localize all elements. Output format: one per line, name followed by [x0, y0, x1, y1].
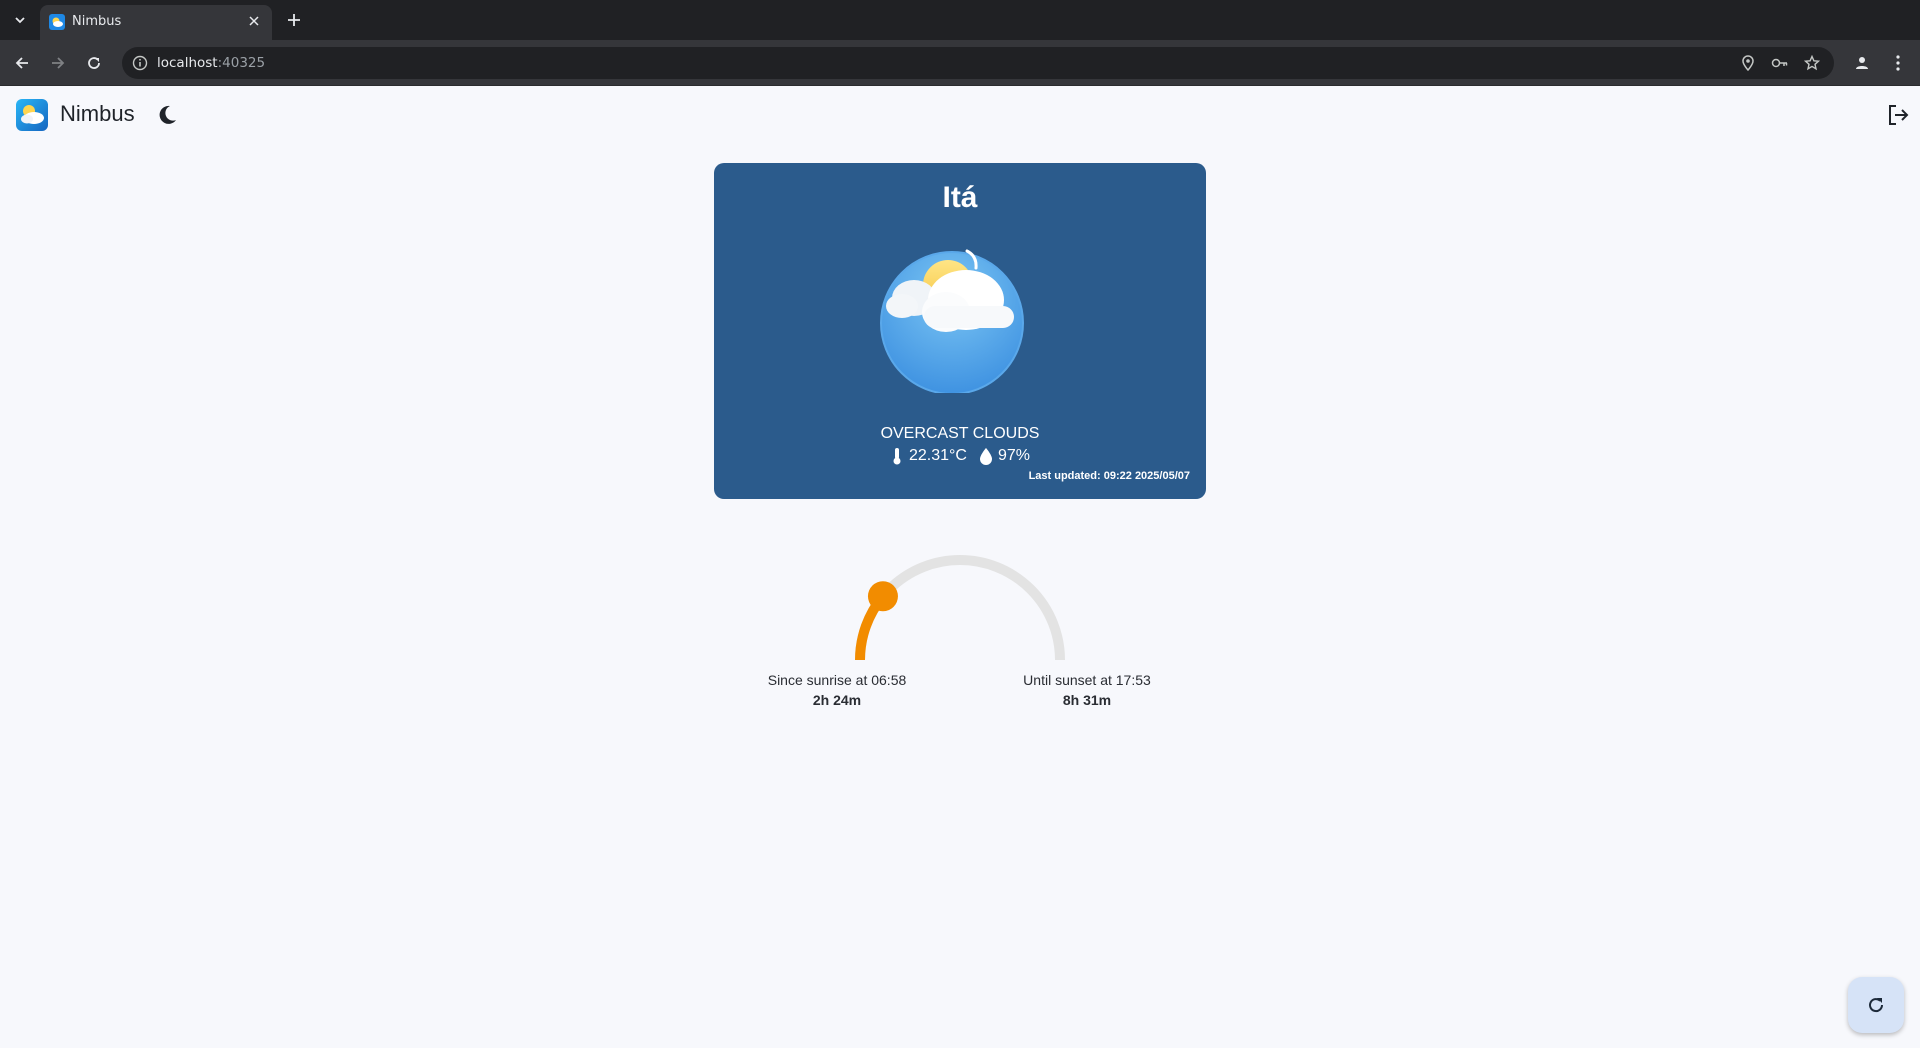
- password-key-icon[interactable]: [1771, 54, 1789, 72]
- weather-readings: 22.31°C 97%: [714, 447, 1206, 465]
- nimbus-logo-icon[interactable]: [16, 99, 48, 131]
- temperature-reading: 22.31°C: [890, 447, 967, 465]
- since-sunrise-value: 2h 24m: [812, 692, 862, 708]
- humidity-value: 97%: [997, 447, 1031, 464]
- new-tab-plus-icon[interactable]: [282, 8, 306, 32]
- sunset-label: Until sunset at 17:53: [1023, 672, 1151, 688]
- city-name: Itá: [942, 181, 978, 214]
- tab-title: Nimbus: [72, 14, 122, 29]
- address-bar[interactable]: localhost:40325: [122, 47, 1834, 79]
- until-sunset-value: 8h 31m: [1062, 692, 1112, 708]
- humidity-drop-icon: [979, 448, 992, 465]
- profile-avatar-icon[interactable]: [1850, 51, 1874, 75]
- sunrise-caption: Since sunrise at 06:58 2h 24m: [737, 672, 937, 708]
- browser-tabstrip: Nimbus: [0, 0, 1920, 40]
- sun-position-marker: [867, 581, 898, 612]
- forward-arrow-icon[interactable]: [46, 51, 70, 75]
- browser-menu-icon[interactable]: [1886, 51, 1910, 75]
- url-text[interactable]: localhost:40325: [157, 55, 265, 71]
- url-port: :40325: [217, 55, 266, 71]
- overcast-clouds-icon: [880, 249, 1024, 393]
- browser-toolbar: localhost:40325: [0, 40, 1920, 86]
- moon-icon[interactable]: [156, 104, 178, 126]
- humidity-reading: 97%: [979, 447, 1030, 465]
- tab-close-icon[interactable]: [245, 12, 263, 30]
- logout-icon[interactable]: [1886, 103, 1910, 127]
- reload-icon[interactable]: [82, 51, 106, 75]
- temperature-value: 22.31°C: [908, 447, 967, 464]
- sunrise-label: Since sunrise at 06:58: [767, 672, 907, 688]
- location-pin-icon[interactable]: [1739, 54, 1757, 72]
- app-title: Nimbus: [60, 101, 135, 126]
- last-updated-label: Last updated:: [1028, 470, 1101, 482]
- sun-progress-arc: [855, 555, 1065, 661]
- sun-arc-track: [855, 555, 1065, 661]
- refresh-icon: [1869, 998, 1884, 1013]
- weather-card: Itá OVERCAST CLOUDS 22.31°C 97% Last upd…: [714, 163, 1206, 499]
- last-updated-value: 09:22 2025/05/07: [1103, 470, 1190, 482]
- back-arrow-icon[interactable]: [10, 51, 34, 75]
- bookmark-star-icon[interactable]: [1803, 54, 1821, 72]
- thermometer-icon: [893, 448, 901, 465]
- sunset-caption: Until sunset at 17:53 8h 31m: [987, 672, 1187, 708]
- last-updated: Last updated: 09:22 2025/05/07: [1029, 470, 1190, 482]
- url-host: localhost: [157, 55, 218, 71]
- weather-condition: OVERCAST CLOUDS: [880, 425, 1040, 442]
- site-info-icon[interactable]: [132, 55, 148, 71]
- tab-list-chevron-icon[interactable]: [8, 8, 32, 32]
- browser-tab[interactable]: Nimbus: [40, 5, 272, 40]
- nimbus-favicon-icon: [49, 14, 65, 30]
- refresh-button[interactable]: [1848, 977, 1904, 1033]
